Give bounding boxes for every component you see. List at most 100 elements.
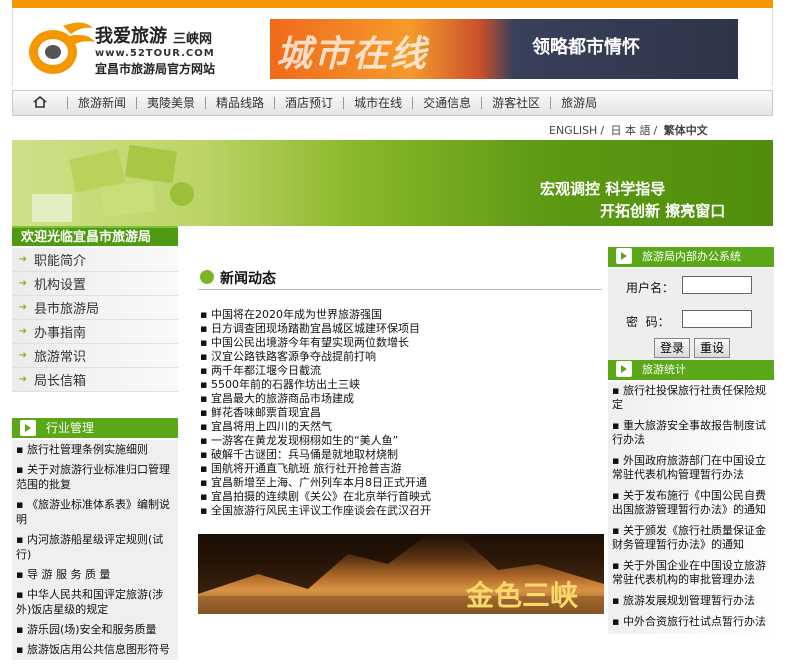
logo-url: www.52TOUR.COM — [95, 48, 215, 59]
left-menu-label: 机构设置 — [34, 278, 87, 293]
left-menu: ➜ 职能简介 ➜ 机构设置 ➜ 县市旅游局 ➜ 办事指南 ➜ 旅游常识 ➜ 局长信箱 — [12, 248, 178, 392]
office-system-header: 旅游局内部办公系统 — [608, 247, 774, 267]
news-item[interactable]: ▪ 宜昌新增至上海、广州列车本月8日正式开通 — [200, 476, 604, 490]
news-item[interactable]: ▪ 宜昌最大的旅游商品市场建成 — [200, 392, 604, 406]
logo-subtitle: 宜昌市旅游局官方网站 — [95, 62, 216, 76]
list-item[interactable]: ▪ 中华人民共和国评定旅游(涉外)饭店星级的规定 — [14, 585, 176, 620]
arrow-icon: ➜ — [18, 326, 28, 337]
news-item[interactable]: ▪ 宜昌将用上四川的天然气 — [200, 420, 604, 434]
news-item[interactable]: ▪ 宜昌拍摄的连续剧《关公》在北京举行首映式 — [200, 490, 604, 504]
hero-slogan-2: 开拓创新 擦亮窗口 — [600, 202, 726, 220]
arrow-icon: ➜ — [18, 254, 28, 265]
list-item[interactable]: ▪ 中外合资旅行社试点暂行办法 — [608, 613, 774, 634]
news-item[interactable]: ▪ 中国将在2020年成为世界旅游强国 — [200, 308, 604, 322]
left-menu-item-county[interactable]: ➜ 县市旅游局 — [12, 296, 178, 320]
list-item[interactable]: ▪ 外国政府旅游部门在中国设立常驻代表机构管理暂行办法 — [608, 452, 774, 487]
news-list: ▪ 中国将在2020年成为世界旅游强国 ▪ 日方调查团现场踏勘宜昌城区城建环保项… — [200, 308, 604, 518]
office-system-title: 旅游局内部办公系统 — [642, 250, 741, 263]
lang-traditional[interactable]: 繁体中文 — [664, 124, 708, 137]
welcome-title: 欢迎光临宜昌市旅游局 — [12, 226, 178, 246]
left-menu-label: 县市旅游局 — [34, 302, 100, 317]
header-banner[interactable]: 城市在线 领略都市情怀 — [270, 19, 738, 79]
left-menu-item-tips[interactable]: ➜ 旅游常识 — [12, 344, 178, 368]
news-item[interactable]: ▪ 全国旅游行风民主评议工作座谈会在武汉召开 — [200, 504, 604, 518]
news-title: 新闻动态 — [220, 271, 276, 287]
nav-item-scenery[interactable]: 夷陵美景 — [136, 97, 205, 109]
list-item[interactable]: ▪ 旅行社投保旅行社责任保险规定 — [608, 382, 774, 417]
news-item[interactable]: ▪ 鲜花香味邮票首现宜昌 — [200, 406, 604, 420]
arrow-icon: ➜ — [18, 278, 28, 289]
news-item[interactable]: ▪ 两千年都江堰今日截流 — [200, 364, 604, 378]
news-item[interactable]: ▪ 日方调查团现场踏勘宜昌城区城建环保项目 — [200, 322, 604, 336]
login-button[interactable]: 登录 — [654, 338, 691, 358]
left-menu-item-functions[interactable]: ➜ 职能简介 — [12, 248, 178, 272]
list-item[interactable]: ▪ 内河旅游船星级评定规则(试行) — [14, 530, 176, 565]
industry-section-header: 行业管理 — [12, 418, 178, 438]
hero-banner: 宏观调控 科学指导 开拓创新 擦亮窗口 — [12, 140, 773, 226]
left-menu-label: 局长信箱 — [34, 374, 87, 389]
news-item[interactable]: ▪ 国航将开通直飞航班 旅行社开抢普吉游 — [200, 462, 604, 476]
nav-item-news[interactable]: 旅游新闻 — [67, 97, 136, 109]
list-item[interactable]: ▪ 重大旅游安全事故报告制度试行办法 — [608, 417, 774, 452]
stats-title: 旅游统计 — [642, 363, 686, 376]
news-section-header: 新闻动态 — [198, 266, 602, 290]
list-item[interactable]: ▪ 《旅游业标准体系表》编制说明 — [14, 495, 176, 530]
home-icon[interactable] — [13, 95, 67, 111]
list-item[interactable]: ▪ 关于发布施行《中国公民自费出国旅游管理暂行办法》的通知 — [608, 487, 774, 522]
top-accent-bar — [12, 0, 773, 8]
arrow-icon: ➜ — [18, 302, 28, 313]
section-arrow-icon — [20, 419, 36, 436]
list-item[interactable]: ▪ 旅行社管理条例实施细则 — [14, 440, 176, 460]
list-item[interactable]: ▪ 关于颁发《旅行社质量保证金财务管理暂行办法》的通知 — [608, 522, 774, 557]
arrow-icon: ➜ — [18, 374, 28, 385]
industry-title: 行业管理 — [46, 421, 95, 435]
list-item[interactable]: ▪ 游乐园(场)安全和服务质量 — [14, 620, 176, 640]
nav-item-hotel[interactable]: 酒店预订 — [274, 97, 343, 109]
list-item[interactable]: ▪ 关于对旅游行业标准归口管理范围的批复 — [14, 460, 176, 495]
list-item[interactable]: ▪ 导 游 服 务 质 量 — [14, 565, 176, 585]
nav-item-routes[interactable]: 精品线路 — [205, 97, 274, 109]
left-menu-label: 职能简介 — [34, 254, 87, 269]
bullet-icon — [200, 270, 214, 284]
username-input[interactable] — [682, 276, 752, 294]
stats-section-header: 旅游统计 — [608, 360, 774, 380]
list-item[interactable]: ▪ 关于外国企业在中国设立旅游常驻代表机构的审批管理办法 — [608, 557, 774, 592]
username-label: 用户名： — [626, 281, 675, 295]
section-arrow-icon — [616, 248, 632, 264]
nav-item-community[interactable]: 游客社区 — [481, 97, 550, 109]
nav-item-city[interactable]: 城市在线 — [343, 97, 412, 109]
news-item[interactable]: ▪ 一游客在黄龙发现栩栩如生的“美人鱼” — [200, 434, 604, 448]
industry-list: ▪ 旅行社管理条例实施细则 ▪ 关于对旅游行业标准归口管理范围的批复 ▪ 《旅游… — [12, 440, 178, 660]
left-menu-label: 旅游常识 — [34, 350, 87, 365]
section-arrow-icon — [616, 361, 632, 377]
left-menu-item-org[interactable]: ➜ 机构设置 — [12, 272, 178, 296]
password-input[interactable] — [682, 310, 752, 328]
lang-english[interactable]: ENGLISH — [549, 124, 597, 137]
news-item[interactable]: ▪ 5500年前的石器作坊出土三峡 — [200, 378, 604, 392]
puzzle-illustration — [32, 144, 194, 222]
news-item[interactable]: ▪ 破解千古谜团：兵马俑是就地取材烧制 — [200, 448, 604, 462]
nav-item-traffic[interactable]: 交通信息 — [412, 97, 481, 109]
site-header: 我爱旅游 三峡网 www.52TOUR.COM 宜昌市旅游局官方网站 城市在线 … — [12, 8, 773, 86]
logo-site-name: 三峡网 — [173, 32, 213, 47]
banner-subtitle: 领略都市情怀 — [532, 37, 640, 58]
logo-name: 我爱旅游 — [95, 26, 167, 47]
nav-item-bureau[interactable]: 旅游局 — [550, 97, 607, 109]
lang-japanese[interactable]: 日 本 語 — [611, 124, 651, 137]
left-menu-label: 办事指南 — [34, 326, 87, 341]
list-item[interactable]: ▪ 旅游饭店用公共信息图形符号 — [14, 640, 176, 660]
password-label: 密 码： — [626, 315, 670, 329]
banner-headline: 城市在线 — [276, 34, 429, 75]
reset-button[interactable]: 重设 — [694, 338, 731, 358]
site-logo-icon[interactable] — [23, 14, 97, 80]
arrow-icon: ➜ — [18, 350, 28, 361]
left-menu-item-guide[interactable]: ➜ 办事指南 — [12, 320, 178, 344]
news-item[interactable]: ▪ 汉宜公路铁路客源争夺战提前打响 — [200, 350, 604, 364]
left-menu-item-mailbox[interactable]: ➜ 局长信箱 — [12, 368, 178, 392]
golden-gorges-photo[interactable]: 金色三峡 — [198, 534, 604, 614]
main-nav: 旅游新闻 夷陵美景 精品线路 酒店预订 城市在线 交通信息 游客社区 旅游局 — [12, 90, 773, 116]
list-item[interactable]: ▪ 旅游发展规划管理暂行办法 — [608, 592, 774, 613]
news-item[interactable]: ▪ 中国公民出境游今年有望实现两位数增长 — [200, 336, 604, 350]
photo-caption: 金色三峡 — [465, 579, 578, 612]
stats-list: ▪ 旅行社投保旅行社责任保险规定 ▪ 重大旅游安全事故报告制度试行办法 ▪ 外国… — [608, 382, 774, 634]
